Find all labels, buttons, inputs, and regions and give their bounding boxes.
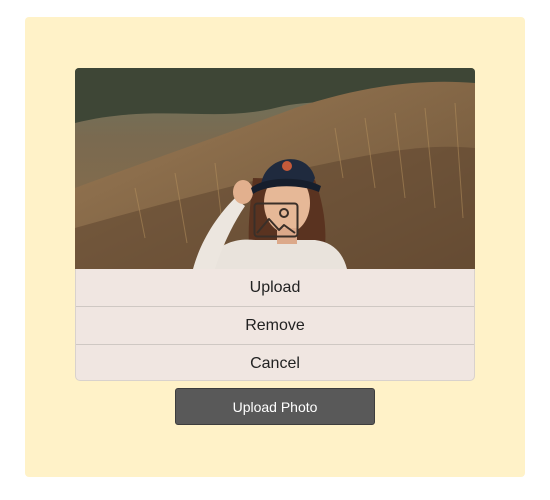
image-placeholder-icon (253, 202, 299, 238)
remove-menu-item[interactable]: Remove (76, 307, 474, 345)
upload-menu-item[interactable]: Upload (76, 269, 474, 307)
photo-action-menu: Upload Remove Cancel (75, 269, 475, 381)
upload-photo-button[interactable]: Upload Photo (175, 388, 375, 425)
profile-photo (75, 68, 475, 269)
cancel-menu-item[interactable]: Cancel (76, 345, 474, 380)
